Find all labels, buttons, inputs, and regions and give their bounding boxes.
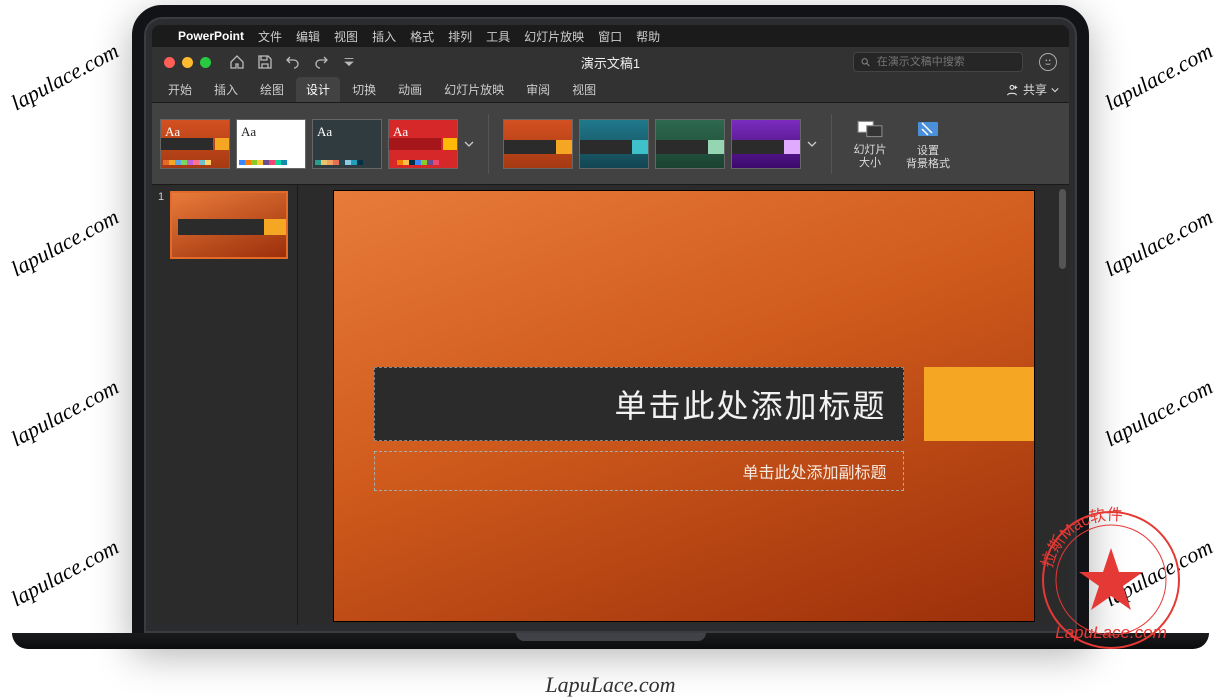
title-placeholder-text: 单击此处添加标题 [614,381,886,427]
menu-help[interactable]: 帮助 [636,28,660,45]
undo-icon[interactable] [285,54,301,70]
theme-thumb-0[interactable]: Aa [160,119,230,169]
workspace: 1 单击此处添加标题 [152,185,1069,625]
quick-access-toolbar [229,54,357,70]
maximize-window-button[interactable] [200,57,211,68]
variant-thumb-3[interactable] [731,119,801,169]
chevron-down-icon [1051,87,1059,93]
watermark: lapulace.com [1101,374,1217,452]
search-input[interactable] [877,56,1016,68]
slide-size-button[interactable]: 幻灯片 大小 [846,118,894,168]
slide-number: 1 [158,191,166,259]
home-icon[interactable] [229,54,245,70]
ribbon-tabs: 开始 插入 绘图 设计 切换 动画 幻灯片放映 审阅 视图 共享 [152,77,1069,103]
menu-slideshow[interactable]: 幻灯片放映 [524,28,584,45]
menu-arrange[interactable]: 排列 [448,28,472,45]
subtitle-placeholder-text: 单击此处添加副标题 [742,459,886,483]
variant-thumb-2[interactable] [655,119,725,169]
theme-thumb-1[interactable]: Aa [236,119,306,169]
traffic-lights [152,57,223,68]
watermark-bottom: LapuLace.com [545,672,675,698]
mac-menu-bar: PowerPoint 文件 编辑 视图 插入 格式 排列 工具 幻灯片放映 窗口… [152,25,1069,47]
format-background-label: 设置 背景格式 [906,145,950,169]
tab-animations[interactable]: 动画 [388,77,432,102]
slide-size-label: 幻灯片 大小 [854,144,887,168]
redo-icon[interactable] [313,54,329,70]
menu-format[interactable]: 格式 [410,28,434,45]
watermark: lapulace.com [1101,534,1217,612]
watermark: lapulace.com [7,374,123,452]
laptop-base [12,633,1209,649]
accent-shape [924,367,1034,441]
subtitle-placeholder[interactable]: 单击此处添加副标题 [374,451,904,491]
slide-canvas[interactable]: 单击此处添加标题 单击此处添加副标题 [334,191,1034,621]
menu-insert[interactable]: 插入 [372,28,396,45]
tab-drawing[interactable]: 绘图 [250,77,294,102]
watermark: lapulace.com [1101,204,1217,282]
share-button[interactable]: 共享 [1005,81,1059,98]
slide-thumbnails-pane[interactable]: 1 [152,185,298,625]
variant-thumb-0[interactable] [503,119,573,169]
search-icon [860,56,871,68]
menu-file[interactable]: 文件 [258,28,282,45]
customize-qat-icon[interactable] [341,54,357,70]
tab-review[interactable]: 审阅 [516,77,560,102]
menu-tools[interactable]: 工具 [486,28,510,45]
screen: PowerPoint 文件 编辑 视图 插入 格式 排列 工具 幻灯片放映 窗口… [152,25,1069,625]
watermark: lapulace.com [7,534,123,612]
ribbon-design: Aa Aa Aa Aa 幻灯片 大小 [152,103,1069,185]
format-background-icon [915,117,941,141]
separator [831,114,832,174]
variant-gallery [503,119,801,169]
tab-home[interactable]: 开始 [158,77,202,102]
slide-thumbnail[interactable] [170,191,288,259]
menu-edit[interactable]: 编辑 [296,28,320,45]
theme-thumb-2[interactable]: Aa [312,119,382,169]
tab-slideshow[interactable]: 幻灯片放映 [434,77,514,102]
laptop-mockup: PowerPoint 文件 编辑 视图 插入 格式 排列 工具 幻灯片放映 窗口… [132,5,1089,670]
menu-view[interactable]: 视图 [334,28,358,45]
share-label: 共享 [1023,81,1047,98]
slide-editor[interactable]: 单击此处添加标题 单击此处添加副标题 [298,185,1069,625]
watermark: lapulace.com [7,38,123,116]
document-title: 演示文稿1 [581,53,640,72]
theme-gallery-expand-icon[interactable] [464,140,474,148]
close-window-button[interactable] [164,57,175,68]
title-placeholder[interactable]: 单击此处添加标题 [374,367,904,441]
tab-view[interactable]: 视图 [562,77,606,102]
app-name[interactable]: PowerPoint [178,29,244,43]
slide-size-icon [857,118,883,140]
theme-gallery: Aa Aa Aa Aa [160,119,458,169]
watermark: lapulace.com [1101,38,1217,116]
separator [488,114,489,174]
feedback-smiley-icon[interactable] [1039,53,1057,71]
tab-transitions[interactable]: 切换 [342,77,386,102]
variant-gallery-expand-icon[interactable] [807,140,817,148]
tab-design[interactable]: 设计 [296,77,340,102]
minimize-window-button[interactable] [182,57,193,68]
save-icon[interactable] [257,54,273,70]
menu-window[interactable]: 窗口 [598,28,622,45]
search-box[interactable] [853,52,1023,72]
slide-thumbnail-item[interactable]: 1 [158,191,291,259]
theme-thumb-3[interactable]: Aa [388,119,458,169]
variant-thumb-1[interactable] [579,119,649,169]
vertical-scrollbar[interactable] [1055,185,1069,625]
tab-insert[interactable]: 插入 [204,77,248,102]
share-icon [1005,83,1019,97]
watermark: lapulace.com [7,204,123,282]
format-background-button[interactable]: 设置 背景格式 [904,117,952,169]
title-bar: 演示文稿1 [152,47,1069,77]
